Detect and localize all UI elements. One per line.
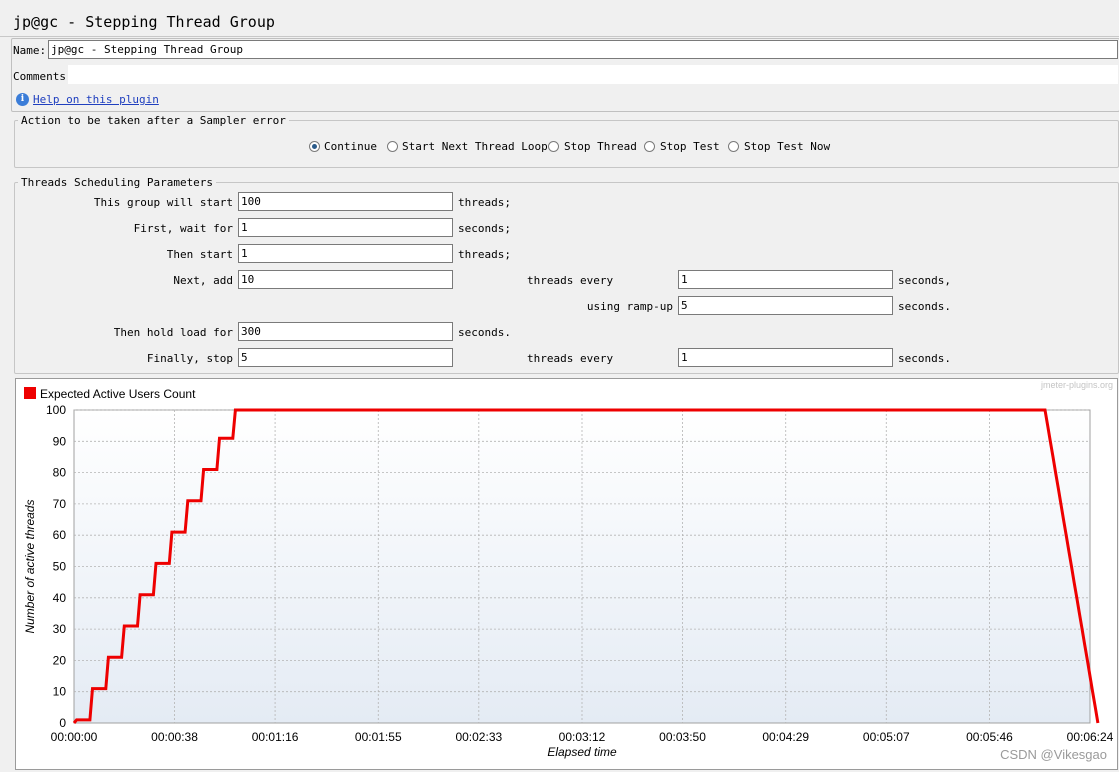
x-axis-title: Elapsed time [547, 745, 617, 759]
name-label: Name: [13, 44, 47, 57]
ramp-up-input[interactable]: 5 [678, 296, 893, 315]
ramp-up-unit: seconds. [898, 300, 951, 313]
radio-stop-test-label: Stop Test [660, 140, 720, 153]
y-axis-title: Number of active threads [23, 499, 37, 633]
chart-watermark: jmeter-plugins.org [1040, 380, 1113, 390]
sampler-error-legend: Action to be taken after a Sampler error [18, 114, 289, 127]
x-tick-label: 00:04:29 [762, 730, 809, 744]
radio-continue-label: Continue [324, 140, 377, 153]
name-field[interactable]: jp@gc - Stepping Thread Group [48, 40, 1118, 59]
increment-period-unit: seconds, [898, 274, 951, 287]
radio-stop-test[interactable] [644, 141, 655, 152]
x-tick-label: 00:01:16 [252, 730, 299, 744]
y-tick-label: 30 [53, 622, 67, 636]
x-tick-label: 00:00:00 [51, 730, 98, 744]
stop-period-unit: seconds. [898, 352, 951, 365]
increment-every-label: threads every [527, 274, 614, 287]
chart-panel: jmeter-plugins.org Expected Active Users… [15, 378, 1118, 770]
y-tick-label: 60 [53, 528, 67, 542]
legend-swatch [24, 387, 36, 399]
x-tick-label: 00:02:33 [455, 730, 502, 744]
x-tick-label: 00:05:07 [863, 730, 910, 744]
comments-label: Comments: [13, 70, 73, 83]
credit-text: CSDN @Vikesgao [1000, 747, 1107, 762]
initial-delay-input[interactable]: 1 [238, 218, 453, 237]
radio-start-next-thread-loop-label: Start Next Thread Loop [402, 140, 548, 153]
y-tick-label: 40 [53, 591, 67, 605]
stop-every-label: threads every [527, 352, 614, 365]
comments-field[interactable] [68, 65, 1118, 84]
y-tick-label: 0 [59, 716, 66, 730]
x-tick-label: 00:01:55 [355, 730, 402, 744]
radio-stop-test-now[interactable] [728, 141, 739, 152]
x-tick-label: 00:00:38 [151, 730, 198, 744]
initial-threads-unit: threads; [458, 248, 511, 261]
hold-load-label: Then hold load for [113, 326, 233, 339]
increment-period-input[interactable]: 1 [678, 270, 893, 289]
start-threads-input[interactable]: 100 [238, 192, 453, 211]
chart-svg: jmeter-plugins.org Expected Active Users… [23, 380, 1114, 762]
x-tick-label: 00:03:12 [559, 730, 606, 744]
initial-delay-unit: seconds; [458, 222, 511, 235]
radio-continue[interactable] [309, 141, 320, 152]
start-threads-label: This group will start [93, 196, 233, 209]
window-title: jp@gc - Stepping Thread Group [13, 13, 275, 31]
start-threads-unit: threads; [458, 196, 511, 209]
y-tick-label: 90 [53, 434, 67, 448]
radio-stop-test-now-label: Stop Test Now [744, 140, 831, 153]
stop-period-input[interactable]: 1 [678, 348, 893, 367]
y-tick-label: 80 [53, 466, 67, 480]
stop-threads-label: Finally, stop [146, 352, 233, 365]
y-tick-label: 70 [53, 497, 67, 511]
increment-label: Next, add [173, 274, 233, 287]
y-tick-label: 20 [53, 653, 67, 667]
hold-load-unit: seconds. [458, 326, 511, 339]
info-icon: i [16, 93, 29, 106]
initial-threads-input[interactable]: 1 [238, 244, 453, 263]
radio-stop-thread-label: Stop Thread [564, 140, 637, 153]
initial-delay-label: First, wait for [133, 222, 233, 235]
initial-threads-label: Then start [166, 248, 233, 261]
y-tick-label: 100 [46, 403, 66, 417]
radio-stop-thread[interactable] [548, 141, 559, 152]
increment-input[interactable]: 10 [238, 270, 453, 289]
x-tick-label: 00:06:24 [1067, 730, 1114, 744]
title-bar: jp@gc - Stepping Thread Group [0, 0, 1119, 37]
help-link[interactable]: Help on this plugin [33, 93, 159, 106]
y-tick-label: 50 [53, 560, 67, 574]
hold-load-input[interactable]: 300 [238, 322, 453, 341]
legend-label: Expected Active Users Count [40, 387, 196, 401]
x-tick-label: 00:03:50 [659, 730, 706, 744]
x-tick-label: 00:05:46 [966, 730, 1013, 744]
scheduling-legend: Threads Scheduling Parameters [18, 176, 217, 189]
y-tick-label: 10 [53, 685, 67, 699]
radio-start-next-thread-loop[interactable] [387, 141, 398, 152]
stop-threads-input[interactable]: 5 [238, 348, 453, 367]
ramp-up-label: using ramp-up [586, 300, 673, 313]
